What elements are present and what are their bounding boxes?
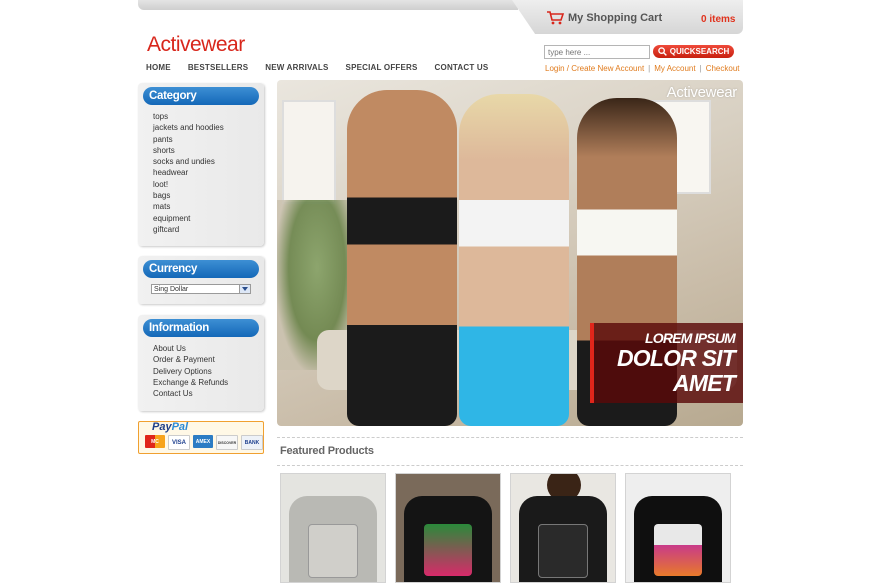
nav-item-bestsellers[interactable]: BESTSELLERS — [188, 63, 248, 72]
shopping-cart-icon[interactable] — [547, 11, 565, 25]
currency-select[interactable]: Sing Dollar — [151, 284, 251, 294]
product-graphic — [308, 524, 358, 578]
category-item[interactable]: equipment — [153, 213, 224, 224]
checkout-link[interactable]: Checkout — [706, 64, 740, 73]
main-nav: HOME BESTSELLERS NEW ARRIVALS SPECIAL OF… — [146, 63, 505, 72]
cart-label[interactable]: My Shopping Cart — [568, 12, 662, 24]
search-input[interactable] — [544, 45, 650, 59]
paypal-logo: PayPal — [152, 421, 189, 433]
top-bar: My Shopping Cart 0 items — [138, 0, 743, 34]
promo-line: AMET — [673, 370, 736, 396]
category-title: Category — [143, 87, 259, 105]
information-item[interactable]: Delivery Options — [153, 366, 228, 377]
category-box: Category tops jackets and hoodies pants … — [138, 83, 264, 246]
product-card[interactable] — [280, 473, 386, 583]
my-account-link[interactable]: My Account — [654, 64, 695, 73]
category-item[interactable]: giftcard — [153, 224, 224, 235]
currency-selected-value: Sing Dollar — [154, 286, 189, 293]
mastercard-icon: MC — [145, 435, 165, 448]
category-item[interactable]: headwear — [153, 167, 224, 178]
currency-box: Currency Sing Dollar — [138, 256, 264, 304]
product-graphic — [538, 524, 588, 578]
login-link[interactable]: Login / Create New Account — [545, 64, 644, 73]
page-wrapper: My Shopping Cart 0 items Activewear QUIC… — [138, 0, 743, 583]
top-bar-strip — [138, 0, 518, 10]
product-graphic — [654, 524, 702, 576]
information-item[interactable]: Order & Payment — [153, 354, 228, 365]
nav-item-new-arrivals[interactable]: NEW ARRIVALS — [265, 63, 328, 72]
information-title: Information — [143, 319, 259, 337]
featured-products-title: Featured Products — [280, 445, 374, 457]
discover-icon: DISCOVER — [216, 435, 238, 450]
paypal-badge: PayPal MC VISA AMEX DISCOVER BANK — [138, 421, 264, 454]
quicksearch-label: QUICKSEARCH — [669, 47, 730, 56]
cart-item-count[interactable]: 0 items — [701, 14, 735, 25]
featured-products-grid — [280, 473, 731, 583]
category-item[interactable]: bags — [153, 190, 224, 201]
promo-line: LOREM IPSUM — [645, 330, 736, 346]
information-item[interactable]: Contact Us — [153, 388, 228, 399]
divider — [277, 437, 743, 438]
product-card[interactable] — [395, 473, 501, 583]
currency-title: Currency — [143, 260, 259, 278]
separator: | — [648, 64, 651, 73]
chevron-down-icon[interactable] — [239, 285, 250, 293]
information-list: About Us Order & Payment Delivery Option… — [153, 343, 228, 399]
product-graphic — [424, 524, 472, 576]
model-figure — [347, 90, 457, 426]
bank-icon: BANK — [241, 435, 263, 450]
category-item[interactable]: shorts — [153, 145, 224, 156]
product-card[interactable] — [510, 473, 616, 583]
search-icon — [657, 47, 667, 56]
banner-logo: Activewear — [666, 84, 738, 101]
promo-line: DOLOR SIT — [616, 345, 736, 371]
model-figure — [459, 94, 569, 426]
site-logo[interactable]: Activewear — [147, 33, 245, 57]
category-list: tops jackets and hoodies pants shorts so… — [153, 111, 224, 235]
hero-banner[interactable]: Activewear LOREM IPSUM DOLOR SIT AMET — [277, 80, 743, 426]
category-item[interactable]: jackets and hoodies — [153, 122, 224, 133]
visa-icon: VISA — [168, 435, 190, 450]
product-card[interactable] — [625, 473, 731, 583]
account-links: Login / Create New Account | My Account | Ch… — [545, 64, 739, 73]
category-item[interactable]: loot! — [153, 179, 224, 190]
category-item[interactable]: pants — [153, 134, 224, 145]
nav-item-special-offers[interactable]: SPECIAL OFFERS — [346, 63, 418, 72]
quicksearch-button[interactable]: QUICKSEARCH — [653, 45, 734, 58]
information-box: Information About Us Order & Payment Del… — [138, 315, 264, 411]
payment-cards: MC VISA AMEX DISCOVER BANK — [145, 435, 263, 450]
promo-box: LOREM IPSUM DOLOR SIT AMET — [590, 323, 743, 403]
banner-window — [282, 100, 336, 204]
category-item[interactable]: mats — [153, 201, 224, 212]
divider — [277, 465, 743, 466]
nav-item-home[interactable]: HOME — [146, 63, 171, 72]
category-item[interactable]: tops — [153, 111, 224, 122]
category-item[interactable]: socks and undies — [153, 156, 224, 167]
amex-icon: AMEX — [193, 435, 213, 448]
nav-item-contact-us[interactable]: CONTACT US — [435, 63, 489, 72]
information-item[interactable]: Exchange & Refunds — [153, 377, 228, 388]
information-item[interactable]: About Us — [153, 343, 228, 354]
separator: | — [699, 64, 702, 73]
